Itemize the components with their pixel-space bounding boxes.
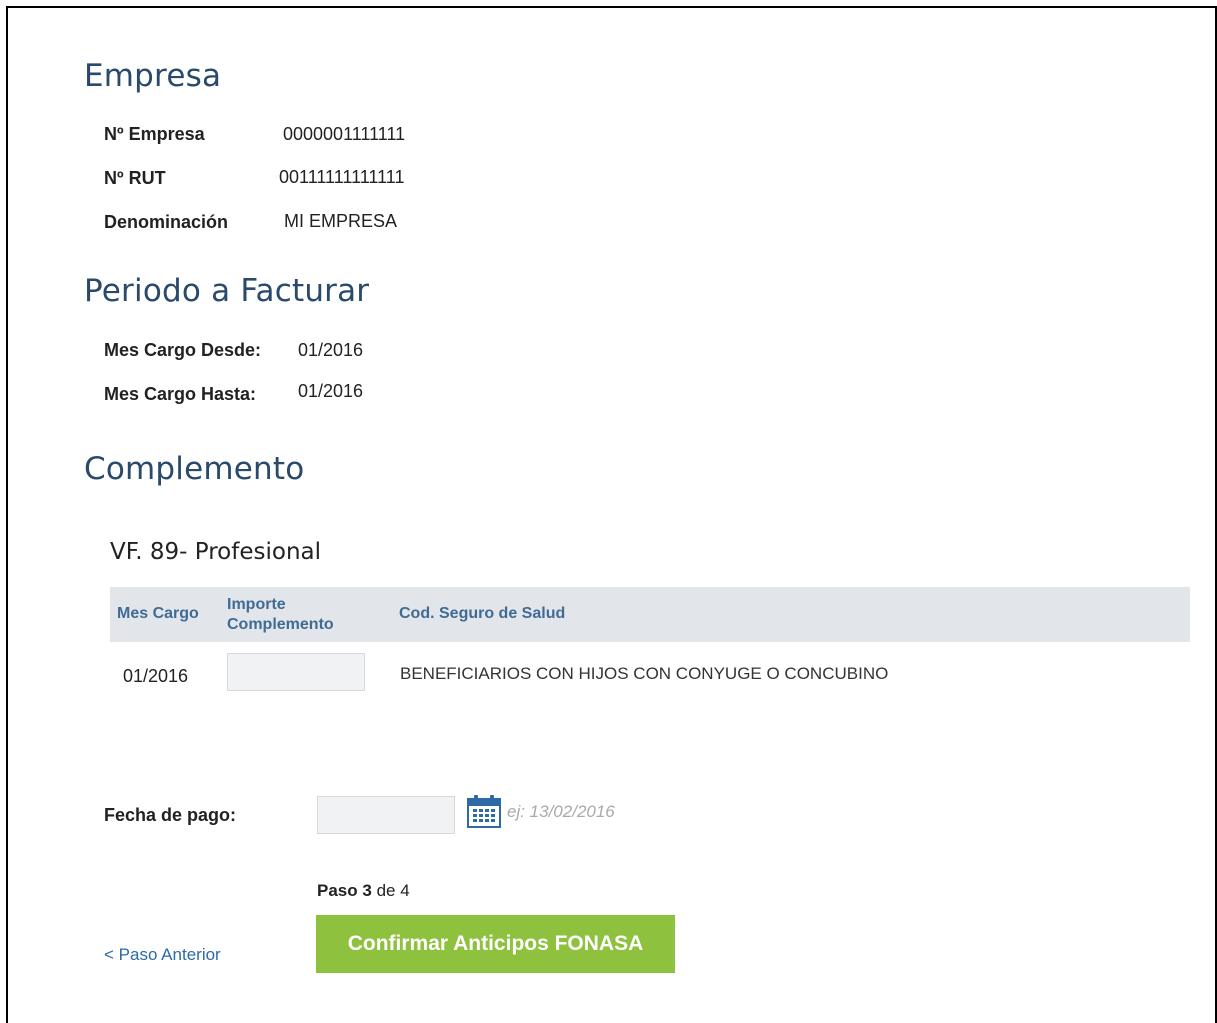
fecha-pago-input[interactable] bbox=[317, 796, 455, 834]
empresa-title: Empresa bbox=[84, 58, 222, 94]
denominacion-value: MI EMPRESA bbox=[284, 211, 398, 231]
mes-hasta-value: 01/2016 bbox=[298, 381, 364, 401]
empresa-number-value: 0000001111111 bbox=[283, 124, 406, 144]
column-header-cod-seguro: Cod. Seguro de Salud bbox=[399, 605, 566, 622]
previous-step-link[interactable]: < Paso Anterior bbox=[104, 945, 221, 965]
mes-cargo-cell: 01/2016 bbox=[123, 666, 189, 686]
column-header-importe: Importe Complemento bbox=[227, 596, 334, 633]
table-row: 01/2016 BENEFICIARIOS CON HIJOS CON CONY… bbox=[110, 642, 1190, 702]
complemento-subtitle: VF. 89- Profesional bbox=[110, 539, 322, 565]
fecha-pago-hint: ej: 13/02/2016 bbox=[507, 802, 615, 821]
step-indicator: Paso 3 de 4 bbox=[317, 881, 410, 901]
column-header-mes-cargo: Mes Cargo bbox=[117, 605, 199, 622]
denominacion-label: Denominación bbox=[104, 212, 229, 232]
complemento-title: Complemento bbox=[84, 451, 305, 487]
mes-desde-value: 01/2016 bbox=[298, 340, 364, 360]
table-header: Mes Cargo Importe Complemento Cod. Segur… bbox=[110, 587, 1190, 642]
empresa-number-label: Nº Empresa bbox=[104, 124, 205, 144]
mes-desde-label: Mes Cargo Desde: bbox=[104, 340, 262, 360]
step-prefix: Paso bbox=[317, 881, 358, 900]
rut-label: Nº RUT bbox=[104, 168, 166, 188]
importe-complemento-input[interactable] bbox=[227, 653, 365, 691]
page-frame bbox=[6, 6, 1217, 1023]
calendar-icon[interactable] bbox=[466, 793, 502, 829]
step-current: 3 bbox=[362, 881, 372, 900]
step-middle: de bbox=[376, 881, 396, 900]
fecha-pago-label: Fecha de pago: bbox=[104, 805, 237, 825]
rut-value: 00111111111111 bbox=[279, 167, 405, 187]
periodo-title: Periodo a Facturar bbox=[84, 273, 370, 309]
confirm-fonasa-button[interactable]: Confirmar Anticipos FONASA bbox=[316, 915, 675, 973]
step-total: 4 bbox=[400, 881, 410, 900]
cod-seguro-cell: BENEFICIARIOS CON HIJOS CON CONYUGE O CO… bbox=[400, 664, 889, 683]
mes-hasta-label: Mes Cargo Hasta: bbox=[104, 384, 257, 404]
